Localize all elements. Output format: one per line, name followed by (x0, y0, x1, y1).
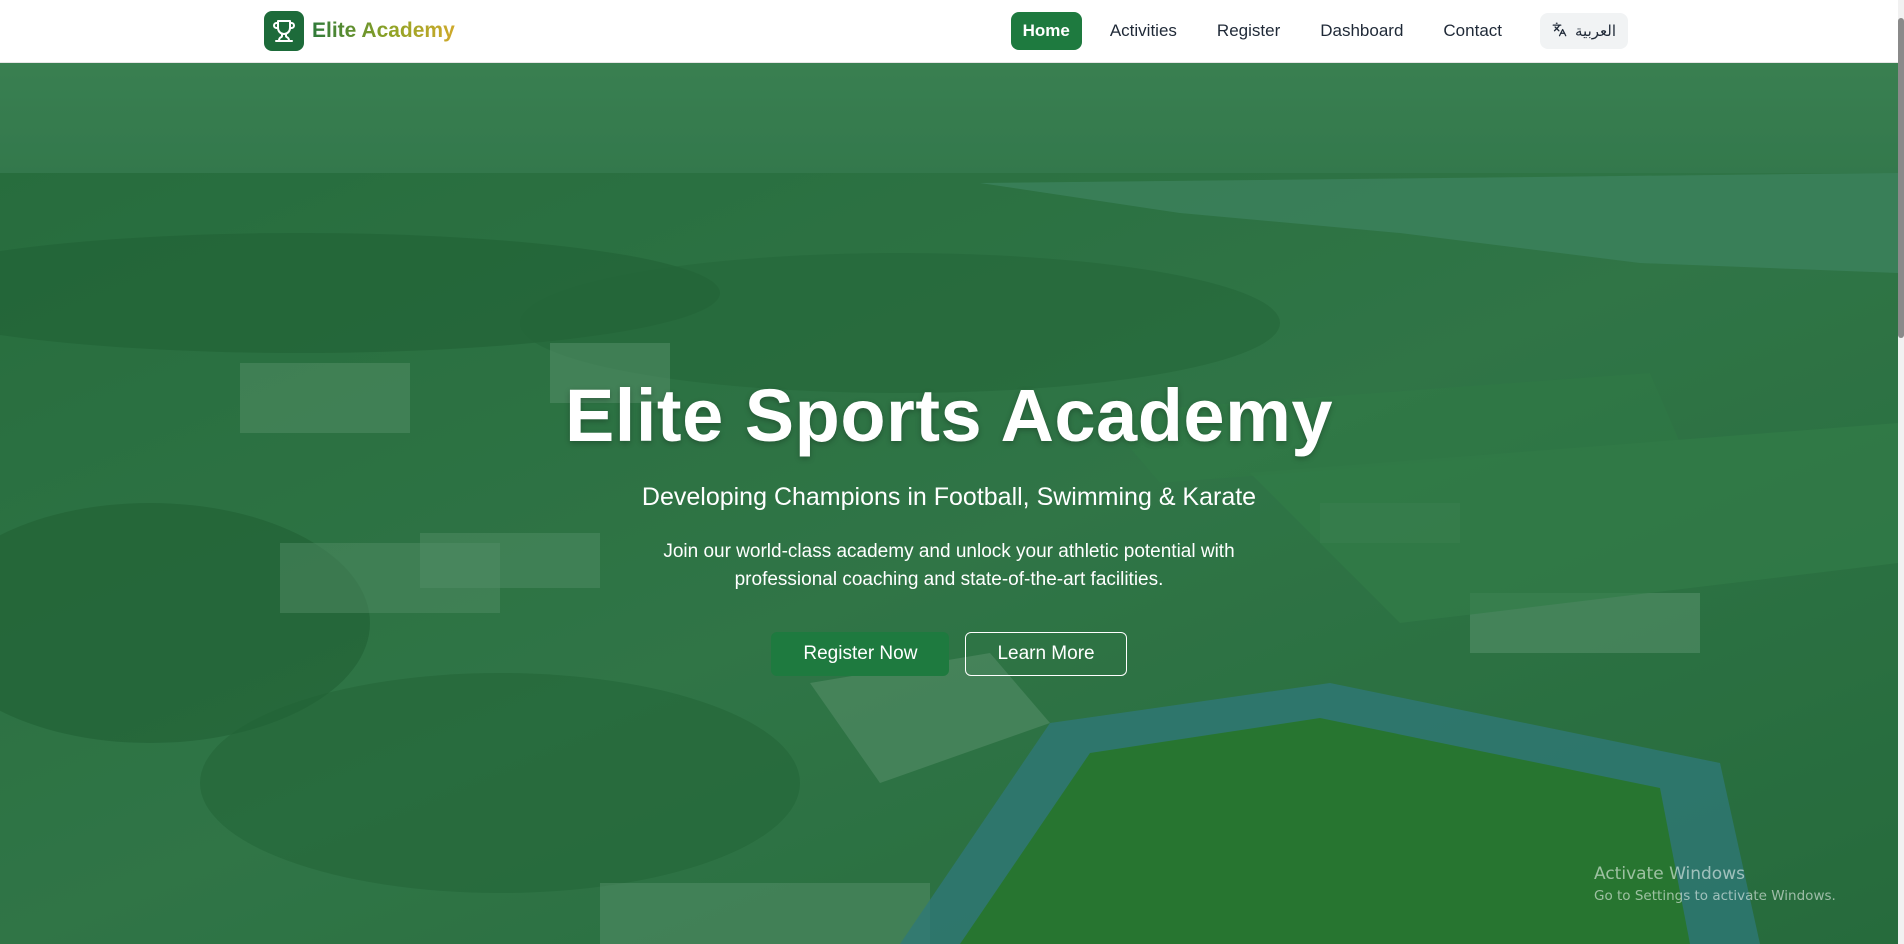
hero-subtitle: Developing Champions in Football, Swimmi… (641, 483, 1257, 511)
nav-register[interactable]: Register (1205, 12, 1292, 50)
register-now-button[interactable]: Register Now (771, 632, 950, 676)
language-label: العربية (1575, 22, 1616, 40)
language-toggle-button[interactable]: العربية (1540, 13, 1628, 49)
watermark-title: Activate Windows (1594, 864, 1745, 884)
navbar: Elite Academy Home Activities Register D… (0, 0, 1898, 63)
nav-home[interactable]: Home (1010, 12, 1082, 50)
hero-description: Join our world-class academy and unlock … (663, 541, 1235, 590)
learn-more-button[interactable]: Learn More (965, 632, 1127, 676)
activate-windows-watermark: Activate Windows Go to Settings to activ… (1594, 864, 1836, 904)
trophy-icon (264, 11, 304, 51)
hero-title: Elite Sports Academy (564, 374, 1334, 457)
hero-actions: Register Now Learn More (0, 632, 1898, 676)
hero-content: Elite Sports Academy Developing Champion… (0, 379, 1898, 676)
nav-activities[interactable]: Activities (1098, 12, 1189, 50)
hero-section: Elite Sports Academy Developing Champion… (0, 63, 1898, 944)
brand-name: Elite Academy (312, 19, 455, 42)
nav-contact[interactable]: Contact (1431, 12, 1514, 50)
nav-dashboard[interactable]: Dashboard (1308, 12, 1415, 50)
scrollbar-thumb[interactable] (1898, 18, 1904, 338)
brand-link[interactable]: Elite Academy (264, 11, 455, 51)
watermark-subtitle: Go to Settings to activate Windows. (1594, 888, 1836, 904)
translate-icon (1552, 22, 1567, 41)
main-nav: Home Activities Register Dashboard Conta… (1010, 12, 1628, 50)
